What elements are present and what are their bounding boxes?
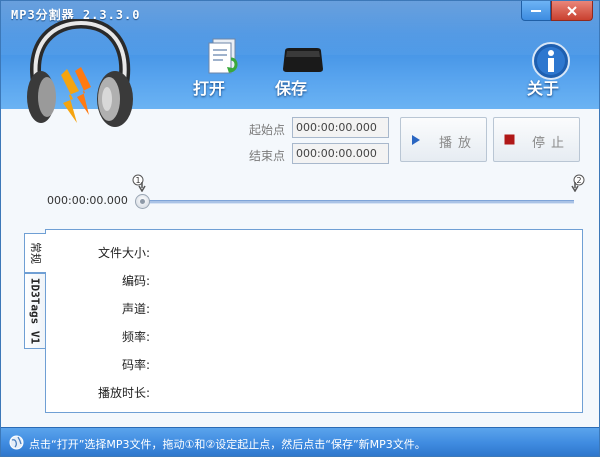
minimize-button[interactable] (521, 1, 551, 21)
tab-general[interactable]: 常规 (24, 233, 46, 273)
play-button[interactable]: 播放 (400, 117, 487, 162)
position-thumb[interactable] (135, 194, 150, 209)
position-track[interactable] (141, 200, 574, 204)
info-panel: 文件大小: 编码: 声道: 频率: 码率: 播放时长: (45, 229, 583, 413)
minimize-icon (531, 9, 541, 12)
play-icon (412, 135, 420, 145)
app-window: MP3分割器 2.3.3.0 打开 保存 关于 起始点 000:00:00.00… (0, 0, 600, 457)
svg-text:1: 1 (135, 176, 140, 185)
end-point-label: 结束点 (249, 149, 286, 163)
about-button[interactable]: 关于 (521, 37, 581, 101)
save-button[interactable]: 保存 (273, 37, 333, 101)
play-label: 播放 (439, 136, 478, 151)
start-point-field[interactable]: 000:00:00.000 (292, 117, 389, 138)
open-file-icon (208, 38, 238, 74)
open-button[interactable]: 打开 (191, 37, 251, 101)
info-field-label: 声道: (121, 302, 150, 316)
marker-1-icon[interactable]: 1 (132, 174, 148, 192)
close-button[interactable] (551, 1, 593, 21)
info-field-label: 播放时长: (97, 386, 150, 400)
tab-id3tags-label: ID3Tags V1 (28, 277, 42, 345)
globe-icon (9, 435, 24, 450)
save-disk-icon (283, 48, 323, 72)
save-label: 保存 (275, 79, 308, 98)
status-bar: 点击“打开”选择MP3文件，拖动①和②设定起止点，然后点击“保存”新MP3文件。 (1, 427, 599, 456)
info-field-label: 频率: (121, 330, 150, 344)
tab-id3tags-v1[interactable]: ID3Tags V1 (24, 273, 46, 349)
status-text: 点击“打开”选择MP3文件，拖动①和②设定起止点，然后点击“保存”新MP3文件。 (29, 438, 426, 451)
stop-button[interactable]: 停止 (493, 117, 580, 162)
header-banner: MP3分割器 2.3.3.0 打开 保存 关于 (1, 1, 599, 127)
stop-label: 停止 (532, 136, 571, 151)
stop-icon (504, 134, 515, 145)
tab-general-label: 常规 (28, 242, 42, 264)
current-time: 000:00:00.000 (47, 194, 128, 207)
svg-text:2: 2 (576, 176, 581, 185)
about-label: 关于 (527, 79, 560, 98)
end-point-field[interactable]: 000:00:00.000 (292, 143, 389, 164)
start-point-label: 起始点 (249, 123, 286, 137)
info-field-label: 码率: (121, 358, 150, 372)
close-icon (567, 5, 577, 16)
info-field-label: 文件大小: (97, 246, 150, 260)
marker-2-icon[interactable]: 2 (569, 174, 585, 192)
open-label: 打开 (193, 79, 226, 98)
headphones-logo (27, 19, 133, 127)
info-field-label: 编码: (121, 274, 150, 288)
